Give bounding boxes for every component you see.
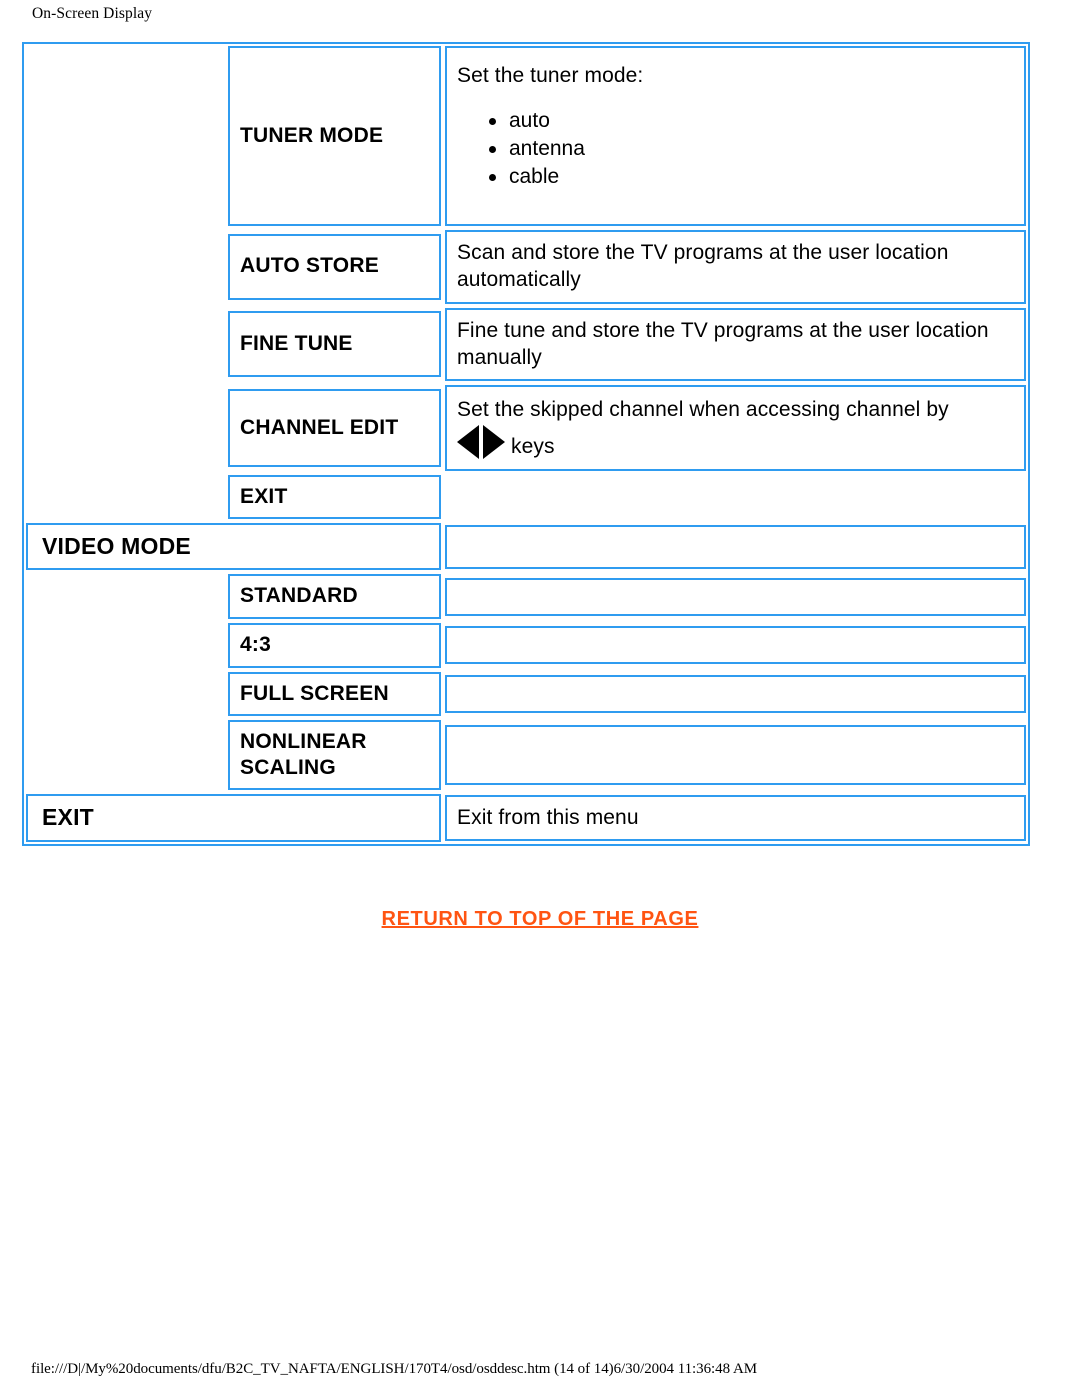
cell-desc-fine-tune: Fine tune and store the TV programs at t…	[443, 305, 1028, 384]
label-exit-main: EXIT	[42, 804, 94, 831]
table-row: NONLINEAR SCALING	[24, 718, 1028, 793]
osd-description-table: TUNER MODE Set the tuner mode: auto ante…	[22, 42, 1030, 846]
cell-label-tuner-mode[interactable]: TUNER MODE	[226, 44, 443, 228]
row-indent-cell	[24, 572, 226, 622]
cell-label-video-mode[interactable]: VIDEO MODE	[24, 521, 443, 573]
desc-fine-tune: Fine tune and store the TV programs at t…	[457, 318, 989, 369]
cell-desc-video-mode	[443, 521, 1028, 573]
desc-channel-edit-after: keys	[511, 435, 555, 459]
table-row: VIDEO MODE	[24, 521, 1028, 573]
table-row: EXIT Exit from this menu	[24, 792, 1028, 844]
table-row: AUTO STORE Scan and store the TV program…	[24, 228, 1028, 306]
tuner-mode-option-list: auto antenna cable	[457, 107, 1014, 190]
row-indent-cell	[24, 621, 226, 670]
osd-description-table-wrapper: TUNER MODE Set the tuner mode: auto ante…	[22, 42, 1030, 846]
cell-desc-nonlinear-scaling	[443, 718, 1028, 793]
label-standard: STANDARD	[240, 584, 358, 608]
table-row: FINE TUNE Fine tune and store the TV pro…	[24, 305, 1028, 384]
table-row: EXIT	[24, 472, 1028, 522]
cell-desc-channel-edit: Set the skipped channel when accessing c…	[443, 383, 1028, 473]
cell-label-exit-submenu[interactable]: EXIT	[226, 472, 443, 522]
cell-desc-aspect-4-3	[443, 621, 1028, 670]
channel-nav-arrows	[457, 425, 505, 460]
cell-label-auto-store[interactable]: AUTO STORE	[226, 228, 443, 306]
label-tuner-mode: TUNER MODE	[240, 123, 384, 147]
left-arrow-icon	[457, 425, 479, 460]
table-row: CHANNEL EDIT Set the skipped channel whe…	[24, 383, 1028, 473]
table-row: FULL SCREEN	[24, 669, 1028, 719]
cell-desc-exit-submenu-empty	[443, 472, 1028, 522]
desc-tuner-mode-intro: Set the tuner mode:	[457, 64, 644, 87]
return-to-top-link[interactable]: RETURN TO TOP OF THE PAGE	[382, 908, 699, 930]
row-indent-cell	[24, 228, 226, 306]
cell-label-exit-main[interactable]: EXIT	[24, 792, 443, 844]
label-fine-tune: FINE TUNE	[240, 332, 353, 356]
list-item: auto	[489, 107, 1014, 135]
label-auto-store: AUTO STORE	[240, 254, 379, 278]
label-nonlinear-scaling-line2: SCALING	[240, 755, 336, 779]
cell-desc-standard	[443, 572, 1028, 622]
cell-desc-full-screen	[443, 669, 1028, 719]
desc-channel-edit-before: Set the skipped channel when accessing c…	[457, 398, 949, 422]
list-item: cable	[489, 163, 1014, 191]
row-indent-cell	[24, 44, 226, 228]
table-row: TUNER MODE Set the tuner mode: auto ante…	[24, 44, 1028, 228]
desc-exit-main: Exit from this menu	[457, 805, 639, 829]
label-video-mode: VIDEO MODE	[42, 533, 191, 560]
desc-auto-store: Scan and store the TV programs at the us…	[457, 241, 949, 292]
label-full-screen: FULL SCREEN	[240, 681, 389, 705]
cell-label-aspect-4-3[interactable]: 4:3	[226, 621, 443, 670]
row-indent-cell	[24, 472, 226, 522]
cell-desc-tuner-mode: Set the tuner mode: auto antenna cable	[443, 44, 1028, 228]
label-nonlinear-scaling-line1: NONLINEAR	[240, 730, 367, 754]
right-arrow-icon	[483, 425, 505, 460]
list-item: antenna	[489, 135, 1014, 163]
label-channel-edit: CHANNEL EDIT	[240, 415, 399, 439]
cell-label-standard[interactable]: STANDARD	[226, 572, 443, 622]
row-indent-cell	[24, 383, 226, 473]
row-indent-cell	[24, 305, 226, 384]
return-link-container: RETURN TO TOP OF THE PAGE	[0, 908, 1080, 931]
label-aspect-4-3: 4:3	[240, 633, 271, 657]
row-indent-cell	[24, 718, 226, 793]
cell-label-channel-edit[interactable]: CHANNEL EDIT	[226, 383, 443, 473]
label-exit-submenu: EXIT	[240, 484, 288, 508]
table-row: 4:3	[24, 621, 1028, 670]
cell-label-full-screen[interactable]: FULL SCREEN	[226, 669, 443, 719]
table-row: STANDARD	[24, 572, 1028, 622]
cell-label-fine-tune[interactable]: FINE TUNE	[226, 305, 443, 384]
row-indent-cell	[24, 669, 226, 719]
cell-desc-auto-store: Scan and store the TV programs at the us…	[443, 228, 1028, 306]
footer-path: file:///D|/My%20documents/dfu/B2C_TV_NAF…	[31, 1361, 758, 1377]
page-title: On-Screen Display	[32, 5, 153, 22]
cell-desc-exit-main: Exit from this menu	[443, 792, 1028, 844]
cell-label-nonlinear-scaling[interactable]: NONLINEAR SCALING	[226, 718, 443, 793]
